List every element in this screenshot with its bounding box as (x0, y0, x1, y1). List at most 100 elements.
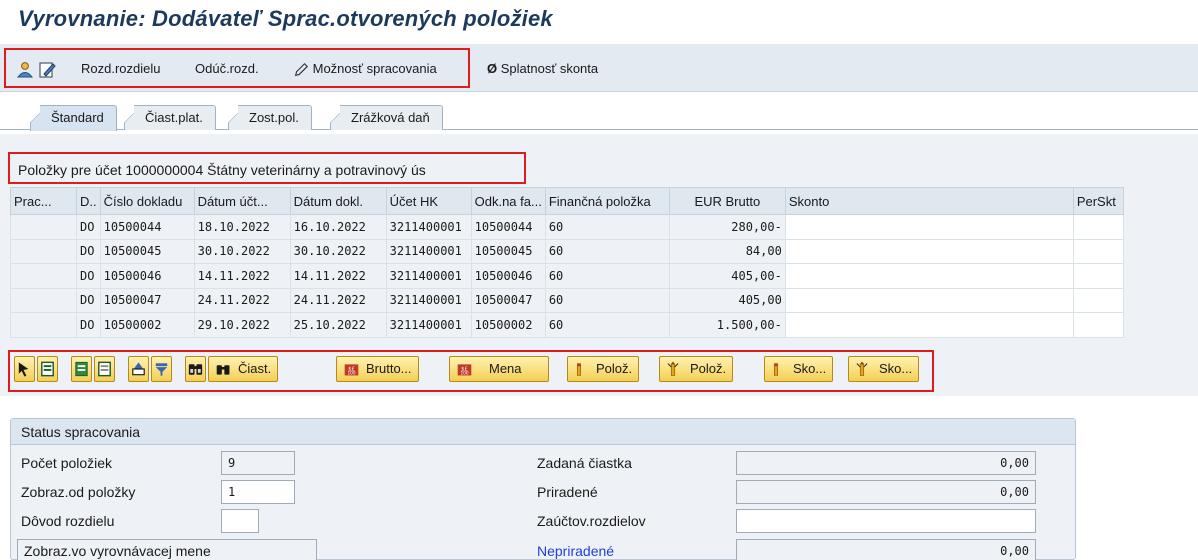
tab-withholding-tax[interactable]: Zrážková daň (330, 105, 443, 131)
tab-standard[interactable]: Štandard (30, 105, 117, 131)
assigned-label: Priradené (537, 484, 598, 500)
column-header[interactable]: Číslo dokladu (99, 187, 195, 215)
item-count-label: Počet položiek (21, 455, 113, 471)
edit-icon[interactable] (38, 58, 56, 80)
cell-gl-account: 3211400001 (385, 287, 472, 313)
cell-doc-type: DO (76, 238, 101, 264)
cell-doc-date: 14.11.2022 (289, 263, 387, 289)
print-icon[interactable] (128, 356, 149, 382)
deactivate-items-icon[interactable] (94, 356, 115, 382)
cell-gl-account: 3211400001 (385, 312, 472, 338)
cell-invoice-ref: 10500002 (470, 312, 546, 338)
cell-posting-date: 30.10.2022 (193, 238, 291, 264)
deactivate-discount-button[interactable]: Sko... (848, 356, 920, 382)
title-bar: Vyrovnanie: Dodávateľ Sprac.otvorených p… (0, 0, 1198, 40)
cell-doc-type: DO (76, 214, 101, 240)
pencil-marker-off-icon (856, 361, 868, 376)
cell-discount-percent[interactable] (1072, 214, 1124, 240)
column-header[interactable]: PerSkt (1072, 187, 1124, 215)
posted-differences-input[interactable] (736, 509, 1036, 533)
clearing-currency-toggle[interactable]: Zobraz.vo vyrovnávacej mene (17, 539, 317, 560)
select-detail-icon[interactable] (14, 356, 35, 382)
column-header[interactable]: Účet HK (385, 187, 472, 215)
column-header[interactable]: Prac... (10, 187, 77, 215)
cell-discount[interactable] (784, 238, 1074, 264)
cell-processing[interactable] (10, 214, 77, 240)
discount-due-button[interactable]: Ø Splatnosť skonta (487, 58, 598, 80)
cell-discount-percent[interactable] (1072, 312, 1124, 338)
tab-partial-payment[interactable]: Čiast.plat. (124, 105, 216, 131)
pencil-icon (294, 62, 309, 76)
table-row[interactable]: DO 10500047 24.11.2022 24.11.2022 321140… (10, 287, 1124, 313)
column-header[interactable]: D.. (76, 187, 101, 215)
column-header[interactable]: Skonto (784, 187, 1074, 215)
difference-reason-input[interactable] (221, 509, 259, 533)
table-row[interactable]: DO 10500002 29.10.2022 25.10.2022 321140… (10, 312, 1124, 338)
currency-button[interactable]: $£ 100 Mena (449, 356, 549, 382)
activate-discount-label: Sko... (793, 361, 827, 376)
column-header[interactable]: Odk.na fa... (470, 187, 546, 215)
tab-residual-items[interactable]: Zost.pol. (228, 105, 312, 131)
cell-doc-type: DO (76, 312, 101, 338)
cell-gross-amount: 405,00- (668, 263, 786, 289)
window-title: Vyrovnanie: Dodávateľ Sprac.otvorených p… (18, 6, 553, 31)
cell-gross-amount: 1.500,00- (668, 312, 786, 338)
cell-invoice-ref: 10500045 (470, 238, 546, 264)
cell-processing[interactable] (10, 287, 77, 313)
cell-discount[interactable] (784, 214, 1074, 240)
deactivate-discount-label: Sko... (879, 361, 913, 376)
display-from-item-label: Zobraz.od položky (21, 484, 136, 500)
sort-gross-button[interactable]: $£ 100 Brutto... (336, 356, 419, 382)
cell-discount[interactable] (784, 263, 1074, 289)
posted-differences-label: Zaúčtov.rozdielov (537, 513, 646, 529)
column-header[interactable]: Dátum účt... (193, 187, 291, 215)
open-items-table: Prac... D.. Číslo dokladu Dátum účt... D… (10, 187, 1124, 338)
find-icon[interactable] (185, 356, 206, 382)
find-amount-label: Čiast. (238, 361, 272, 376)
cell-processing[interactable] (10, 312, 77, 338)
currency-label: Mena (489, 361, 522, 376)
cell-doc-date: 25.10.2022 (289, 312, 387, 338)
cell-gross-amount: 280,00- (668, 214, 786, 240)
difference-reason-label: Dôvod rozdielu (21, 513, 115, 529)
processing-options-label: Možnosť spracovania (312, 61, 437, 76)
cell-processing[interactable] (10, 263, 77, 289)
processing-options-button[interactable]: Možnosť spracovania (293, 58, 437, 80)
column-header[interactable]: Dátum dokl. (289, 187, 387, 215)
items-section-title: Položky pre účet 1000000004 Štátny veter… (18, 162, 426, 178)
activate-items-button[interactable]: Polož. (567, 356, 640, 382)
sort-gross-label: Brutto... (366, 361, 412, 376)
assigned-field: 0,00 (736, 480, 1036, 504)
display-from-item-input[interactable]: 1 (221, 480, 295, 504)
deduct-difference-button[interactable]: Odúč.rozd. (195, 58, 259, 80)
cell-discount-percent[interactable] (1072, 238, 1124, 264)
cell-discount-percent[interactable] (1072, 287, 1124, 313)
cell-doc-number: 10500002 (99, 312, 195, 338)
difference-button[interactable]: Rozd.rozdielu (81, 58, 161, 80)
column-header[interactable]: Finančná položka (544, 187, 670, 215)
cell-gl-account: 3211400001 (385, 238, 472, 264)
table-row[interactable]: DO 10500046 14.11.2022 14.11.2022 321140… (10, 263, 1124, 289)
cell-financial-item: 60 (544, 287, 670, 313)
column-header[interactable]: EUR Brutto (668, 187, 786, 215)
person-icon[interactable] (16, 58, 34, 80)
table-row[interactable]: DO 10500045 30.10.2022 30.10.2022 321140… (10, 238, 1124, 264)
activate-items-icon[interactable] (71, 356, 92, 382)
cell-doc-date: 24.11.2022 (289, 287, 387, 313)
activate-discount-button[interactable]: Sko... (764, 356, 834, 382)
cell-processing[interactable] (10, 238, 77, 264)
unassigned-field: 0,00 (736, 539, 1036, 560)
select-all-icon[interactable] (37, 356, 58, 382)
find-amount-button[interactable]: Čiast. (208, 356, 279, 382)
cell-doc-date: 30.10.2022 (289, 238, 387, 264)
cell-financial-item: 60 (544, 312, 670, 338)
filter-icon[interactable] (151, 356, 172, 382)
deactivate-items-button[interactable]: Polož. (659, 356, 734, 382)
cell-doc-number: 10500046 (99, 263, 195, 289)
table-row[interactable]: DO 10500044 18.10.2022 16.10.2022 321140… (10, 214, 1124, 240)
cell-discount[interactable] (784, 312, 1074, 338)
cell-gl-account: 3211400001 (385, 214, 472, 240)
activate-items-label: Polož. (596, 361, 633, 376)
cell-discount[interactable] (784, 287, 1074, 313)
cell-discount-percent[interactable] (1072, 263, 1124, 289)
